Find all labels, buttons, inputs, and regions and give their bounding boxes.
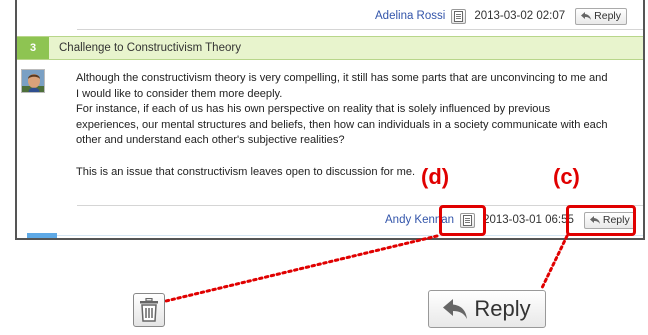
trash-icon (140, 298, 158, 322)
zoomed-reply-button: Reply (428, 290, 546, 328)
reply-arrow-icon (443, 299, 468, 319)
zoomed-delete-button (133, 293, 165, 327)
zoomed-reply-label: Reply (474, 296, 531, 321)
callout-leader-lines (164, 234, 569, 303)
